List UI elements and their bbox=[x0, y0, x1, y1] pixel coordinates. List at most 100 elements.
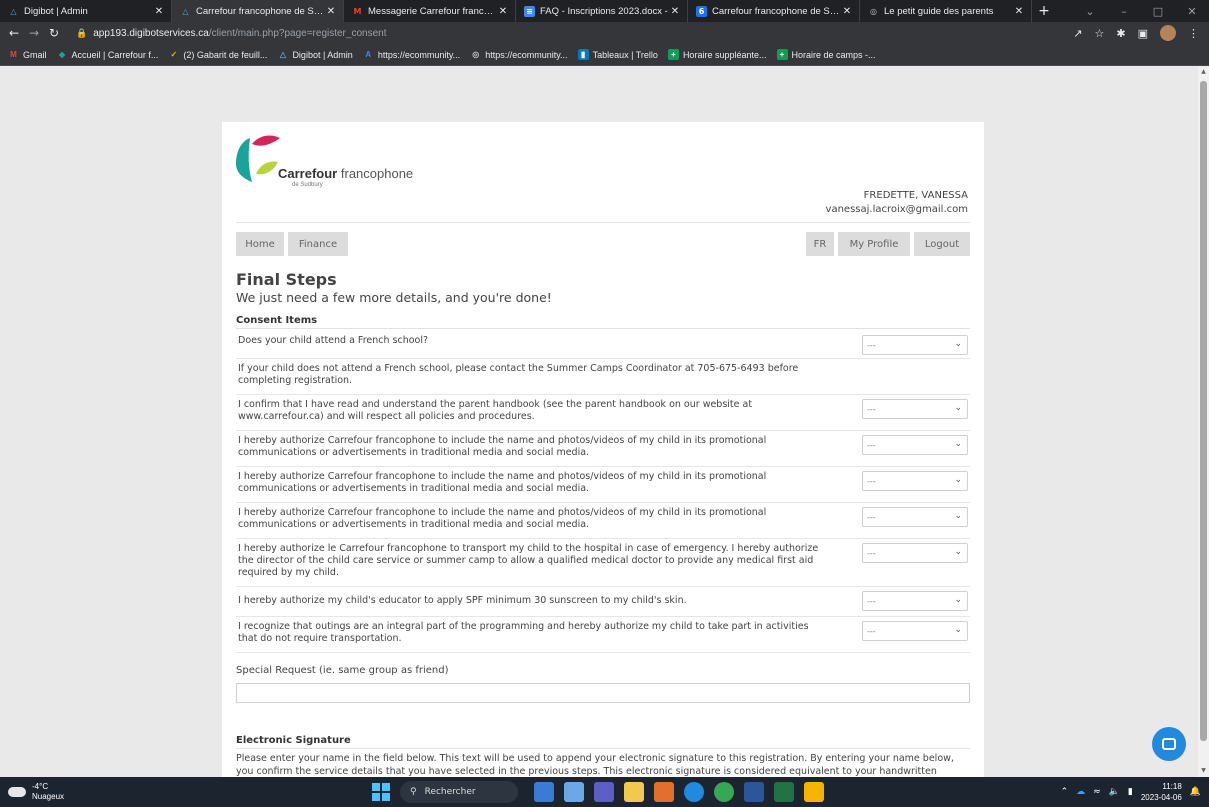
consent-row: I hereby authorize le Carrefour francoph… bbox=[236, 539, 970, 587]
excel-icon[interactable] bbox=[774, 782, 794, 802]
notification-icon[interactable]: 🔔 bbox=[1190, 787, 1201, 797]
consent-select[interactable]: --- ⌄ bbox=[862, 399, 968, 419]
edge-icon[interactable] bbox=[684, 782, 704, 802]
share-icon[interactable]: ↗ bbox=[1073, 27, 1082, 40]
close-icon[interactable]: ✕ bbox=[669, 6, 681, 17]
minimize-icon[interactable]: – bbox=[1107, 5, 1141, 18]
bookmark[interactable]: ✓ (2) Gabarit de feuill... bbox=[168, 49, 268, 60]
browser-tab-active[interactable]: △ Carrefour francophone de Sudb ✕ bbox=[172, 0, 344, 22]
bookmark[interactable]: ▮ Tableaux | Trello bbox=[577, 49, 658, 60]
clock[interactable]: 11:18 2023-04-06 bbox=[1141, 781, 1182, 803]
brand-rest: francophone bbox=[340, 166, 414, 181]
menu-icon[interactable]: ⋮ bbox=[1188, 27, 1199, 40]
scrollbar-thumb[interactable] bbox=[1200, 81, 1207, 741]
close-icon[interactable]: ✕ bbox=[497, 6, 509, 17]
consent-text: I confirm that I have read and understan… bbox=[238, 399, 753, 422]
weather-widget[interactable]: -4°C Nuageux bbox=[0, 782, 64, 802]
consent-select[interactable]: --- ⌄ bbox=[862, 435, 968, 455]
star-icon[interactable]: ☆ bbox=[1095, 27, 1105, 40]
select-value: --- bbox=[867, 549, 876, 558]
bookmark[interactable]: △ Digibot | Admin bbox=[277, 49, 353, 60]
wifi-icon[interactable]: ≈ bbox=[1093, 787, 1101, 797]
bookmark-label: Digibot | Admin bbox=[292, 49, 353, 60]
carrefour-icon: ◆ bbox=[58, 50, 66, 59]
page-subtitle: We just need a few more details, and you… bbox=[236, 290, 552, 305]
extensions-icon[interactable]: ✱ bbox=[1116, 27, 1125, 40]
consent-heading: Consent Items bbox=[236, 315, 318, 326]
bookmark[interactable]: ◎ https://ecommunity... bbox=[470, 49, 567, 60]
close-window-icon[interactable]: ✕ bbox=[1175, 5, 1209, 18]
battery-icon[interactable]: ▮ bbox=[1128, 787, 1133, 797]
special-request-input[interactable] bbox=[236, 683, 970, 703]
tab-title: Carrefour francophone de Sudb bbox=[196, 5, 325, 17]
sticky-icon[interactable] bbox=[804, 782, 824, 802]
digibot-icon: △ bbox=[279, 50, 287, 59]
close-icon[interactable]: ✕ bbox=[153, 6, 165, 17]
consent-text: Does your child attend a French school? bbox=[238, 335, 429, 346]
browser-tab[interactable]: 6 Carrefour francophone de Sudb ✕ bbox=[688, 0, 860, 22]
bookmark[interactable]: M Gmail bbox=[8, 49, 46, 60]
close-icon[interactable]: ✕ bbox=[325, 6, 337, 17]
profile-avatar[interactable] bbox=[1160, 25, 1176, 41]
consent-select[interactable]: --- ⌄ bbox=[862, 591, 968, 611]
chevron-up-icon[interactable]: ⌃ bbox=[1061, 787, 1069, 797]
onedrive-icon[interactable]: ☁ bbox=[1076, 787, 1085, 797]
consent-select[interactable]: --- ⌄ bbox=[862, 471, 968, 491]
close-icon[interactable]: ✕ bbox=[1013, 6, 1025, 17]
consent-select[interactable]: --- ⌄ bbox=[862, 543, 968, 563]
back-icon[interactable]: ← bbox=[4, 26, 24, 40]
office-icon[interactable] bbox=[654, 782, 674, 802]
scroll-down-icon[interactable]: ▼ bbox=[1198, 767, 1209, 774]
sidepanel-icon[interactable]: ▣ bbox=[1138, 27, 1148, 40]
consent-select[interactable]: --- ⌄ bbox=[862, 507, 968, 527]
close-icon[interactable]: ✕ bbox=[841, 6, 853, 17]
consent-text: I hereby authorize my child's educator t… bbox=[238, 595, 687, 606]
tab-search-icon[interactable]: ⌄ bbox=[1073, 5, 1107, 18]
teams-icon[interactable] bbox=[594, 782, 614, 802]
weather-condition: Nuageux bbox=[32, 792, 65, 801]
forward-icon[interactable]: → bbox=[24, 26, 44, 40]
bookmarks-bar: M Gmail ◆ Accueil | Carrefour f... ✓ (2) Ga… bbox=[0, 44, 1209, 66]
nav-logout-button[interactable]: Logout bbox=[914, 232, 970, 256]
bookmark[interactable]: Ahttps://ecommunity... bbox=[363, 49, 460, 60]
restore-icon[interactable]: □ bbox=[1141, 5, 1175, 18]
scroll-up-icon[interactable]: ▲ bbox=[1198, 68, 1209, 75]
consent-row: I confirm that I have read and understan… bbox=[236, 395, 970, 431]
bookmark-label: Tableaux | Trello bbox=[592, 49, 658, 60]
folder-icon[interactable] bbox=[624, 782, 644, 802]
chat-launcher-button[interactable] bbox=[1152, 727, 1186, 761]
browser-tab[interactable]: ≡ FAQ - Inscriptions 2023.docx - ✕ bbox=[516, 0, 688, 22]
user-email: vanessaj.lacroix@gmail.com bbox=[825, 204, 968, 215]
globe-icon: ◎ bbox=[870, 6, 877, 16]
bookmark[interactable]: + Horaire de camps -... bbox=[776, 49, 876, 60]
files-icon[interactable] bbox=[564, 782, 584, 802]
nav-finance-button[interactable]: Finance bbox=[288, 232, 348, 256]
windows-start-icon[interactable] bbox=[372, 783, 390, 801]
temperature: -4°C bbox=[32, 782, 49, 791]
explorer-icon[interactable] bbox=[534, 782, 554, 802]
consent-text: I hereby authorize Carrefour francophone… bbox=[238, 471, 767, 494]
browser-tab[interactable]: △ Digibot | Admin ✕ bbox=[0, 0, 172, 22]
tab-title: Messagerie Carrefour francoph bbox=[368, 5, 497, 17]
taskbar-search[interactable]: ⚲ Rechercher bbox=[400, 781, 518, 803]
url-field[interactable]: 🔒 app193.digibotservices.ca /client/main… bbox=[76, 28, 1073, 39]
bookmark[interactable]: ◆ Accueil | Carrefour f... bbox=[57, 49, 158, 60]
browser-tab[interactable]: ◎ Le petit guide des parents ✕ bbox=[860, 0, 1032, 22]
volume-icon[interactable]: 🔈 bbox=[1109, 787, 1120, 797]
consent-row: If your child does not attend a French s… bbox=[236, 359, 970, 395]
nav-language-button[interactable]: FR bbox=[806, 232, 834, 256]
chevron-down-icon: ⌄ bbox=[954, 403, 962, 413]
consent-select[interactable]: --- ⌄ bbox=[862, 621, 968, 641]
nav-profile-button[interactable]: My Profile bbox=[838, 232, 910, 256]
nav-home-button[interactable]: Home bbox=[236, 232, 284, 256]
chrome-icon[interactable] bbox=[714, 782, 734, 802]
bookmark[interactable]: + Horaire suppléante... bbox=[667, 49, 767, 60]
consent-row: Does your child attend a French school? … bbox=[236, 331, 970, 359]
browser-tab[interactable]: M Messagerie Carrefour francoph ✕ bbox=[344, 0, 516, 22]
reload-icon[interactable]: ↻ bbox=[44, 26, 64, 40]
page-scrollbar[interactable]: ▲ ▼ bbox=[1198, 67, 1209, 777]
consent-select[interactable]: --- ⌄ bbox=[862, 335, 968, 355]
word-icon[interactable] bbox=[744, 782, 764, 802]
divider bbox=[236, 222, 970, 223]
new-tab-button[interactable]: + bbox=[1032, 0, 1056, 22]
